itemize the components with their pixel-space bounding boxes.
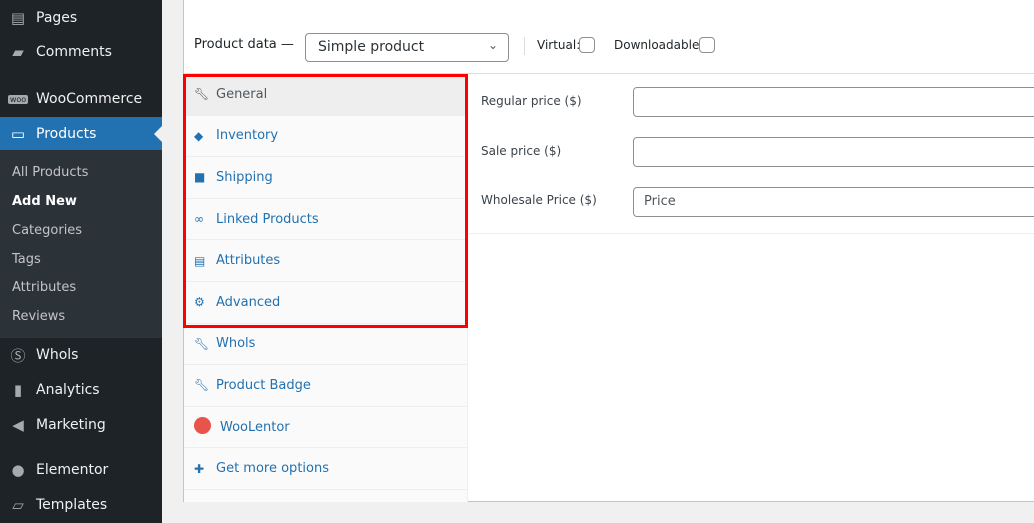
tab-linked-products[interactable]: ∞ Linked Products xyxy=(184,199,467,241)
tab-get-more-options[interactable]: ✚ Get more options xyxy=(184,448,467,490)
product-data-label: Product data — xyxy=(194,37,294,52)
tag-icon: ◆ xyxy=(194,128,204,143)
tab-shipping[interactable]: ■ Shipping xyxy=(184,157,467,199)
menu-whols[interactable]: Ⓢ Whols xyxy=(0,338,162,372)
virtual-label: Virtual: xyxy=(537,38,581,52)
menu-pages[interactable]: ▤ Pages xyxy=(0,1,162,35)
tab-inventory[interactable]: ◆ Inventory xyxy=(184,116,467,158)
list-icon: ▤ xyxy=(194,253,206,268)
products-icon: ▭ xyxy=(10,125,26,143)
downloadable-label: Downloadable: xyxy=(614,38,704,52)
elementor-icon: ● xyxy=(11,461,25,479)
product-data-panel: Product data — Simple product ⌄ Virtual: … xyxy=(183,0,1034,502)
woolentor-logo-icon xyxy=(194,417,216,437)
menu-analytics[interactable]: ▮ Analytics xyxy=(0,373,162,407)
regular-price-label: Regular price ($) xyxy=(481,94,582,108)
wrench-icon: 🔧︎ xyxy=(194,87,210,102)
submenu-add-new[interactable]: Add New xyxy=(12,194,77,209)
tab-product-badge[interactable]: 🔧︎ Product Badge xyxy=(184,365,467,407)
wrench-icon: 🔧︎ xyxy=(194,378,210,393)
menu-templates[interactable]: ▱ Templates xyxy=(0,488,162,522)
downloadable-checkbox[interactable] xyxy=(699,37,715,53)
product-type-select[interactable]: Simple product ⌄ xyxy=(305,33,509,62)
comments-icon: ▰ xyxy=(12,43,24,61)
megaphone-icon: ◀ xyxy=(12,416,24,434)
submenu-categories[interactable]: Categories xyxy=(12,223,82,238)
tab-advanced[interactable]: ⚙ Advanced xyxy=(184,282,467,324)
wrench-icon: 🔧︎ xyxy=(194,336,210,351)
folder-icon: ▱ xyxy=(12,496,24,514)
general-fields: Regular price ($) Sale price ($) Wholesa… xyxy=(469,74,1034,234)
submenu-attributes[interactable]: Attributes xyxy=(12,280,76,295)
divider xyxy=(524,37,525,55)
product-data-header: Product data — Simple product ⌄ Virtual: … xyxy=(184,0,1034,74)
products-submenu: All Products Add New Categories Tags Att… xyxy=(0,150,162,338)
truck-icon: ■ xyxy=(194,170,206,185)
analytics-icon: ▮ xyxy=(13,381,23,399)
menu-elementor[interactable]: ● Elementor xyxy=(0,453,162,487)
virtual-checkbox[interactable] xyxy=(579,37,595,53)
submenu-all-products[interactable]: All Products xyxy=(12,165,88,180)
tab-general[interactable]: 🔧︎ General xyxy=(184,74,467,116)
admin-sidebar: ▤ Pages ▰ Comments woo WooCommerce ▭ Product… xyxy=(0,0,162,523)
woocommerce-icon: woo xyxy=(8,94,28,104)
tab-woolentor[interactable]: WooLentor xyxy=(184,407,467,449)
menu-products[interactable]: ▭ Products xyxy=(0,117,162,151)
gear-icon: ⚙ xyxy=(194,295,205,310)
menu-woocommerce[interactable]: woo WooCommerce xyxy=(0,82,162,116)
wholesale-price-label: Wholesale Price ($) xyxy=(481,193,597,207)
tab-attributes[interactable]: ▤ Attributes xyxy=(184,240,467,282)
dollar-icon: Ⓢ xyxy=(10,346,26,365)
chevron-down-icon: ⌄ xyxy=(487,38,498,52)
menu-marketing[interactable]: ◀ Marketing xyxy=(0,408,162,442)
sale-price-label: Sale price ($) xyxy=(481,144,562,158)
menu-comments[interactable]: ▰ Comments xyxy=(0,35,162,69)
pages-icon: ▤ xyxy=(10,9,26,27)
regular-price-input[interactable] xyxy=(633,87,1034,117)
link-icon: ∞ xyxy=(194,212,204,227)
tab-whols[interactable]: 🔧︎ Whols xyxy=(184,324,467,366)
wholesale-price-input[interactable]: Price xyxy=(633,187,1034,217)
plugin-icon: ✚ xyxy=(194,461,205,476)
submenu-tags[interactable]: Tags xyxy=(12,252,41,267)
submenu-reviews[interactable]: Reviews xyxy=(12,309,65,324)
product-data-tabs: 🔧︎ General ◆ Inventory ■ Shipping ∞ Linked P… xyxy=(184,74,468,502)
sale-price-input[interactable] xyxy=(633,137,1034,167)
